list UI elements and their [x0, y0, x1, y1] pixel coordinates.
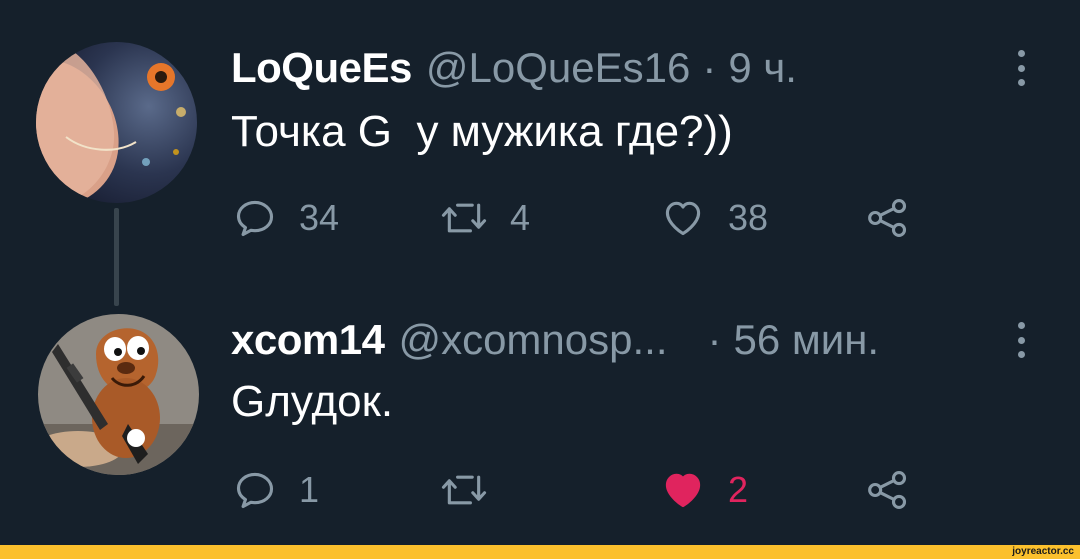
share-nodes-icon — [866, 196, 910, 240]
heart-icon — [660, 196, 706, 240]
display-name[interactable]: xcom14 — [231, 314, 385, 366]
retweet-arrows-icon — [440, 468, 488, 512]
tweet-text: Gлудок. — [231, 377, 394, 426]
tweet-text: Точка G у мужика где?)) — [231, 107, 733, 156]
share-nodes-icon — [866, 468, 910, 512]
retweet-arrows-icon — [440, 196, 488, 240]
like-count: 2 — [728, 469, 749, 510]
avatar[interactable] — [38, 314, 199, 475]
tweet-actions: 34 4 38 — [0, 190, 1080, 246]
watermark-bar: joyreactor.cc — [0, 545, 1080, 559]
like-button[interactable]: 2 — [660, 462, 748, 518]
display-name[interactable]: LoQueEs — [231, 42, 412, 94]
more-options-icon[interactable] — [1014, 50, 1028, 86]
share-button[interactable] — [866, 190, 910, 246]
like-count: 38 — [728, 197, 769, 238]
reply-button[interactable]: 1 — [233, 462, 319, 518]
speech-bubble-icon — [233, 196, 277, 240]
timestamp[interactable]: 56 мин. — [734, 314, 880, 366]
timestamp[interactable]: 9 ч. — [728, 42, 797, 94]
user-handle[interactable]: @LoQueEs16 — [426, 42, 690, 94]
user-handle[interactable]: @xcomnosp... — [398, 314, 667, 366]
more-options-icon[interactable] — [1014, 322, 1028, 358]
tweet-header: xcom14 @xcomnosp... · 56 мин. — [231, 314, 879, 366]
heart-icon — [660, 468, 706, 512]
avatar[interactable] — [36, 42, 197, 203]
watermark-text: joyreactor.cc — [1012, 546, 1074, 557]
reply-count: 34 — [299, 197, 340, 238]
header-separator: · — [702, 44, 717, 91]
tweet-header: LoQueEs @LoQueEs16 · 9 ч. — [231, 42, 797, 94]
tweet-item[interactable]: xcom14 @xcomnosp... · 56 мин. Gлудок. 1 — [0, 300, 1080, 545]
retweet-button[interactable]: 4 — [440, 190, 530, 246]
reply-button[interactable]: 34 — [233, 190, 339, 246]
tweet-thread: LoQueEs @LoQueEs16 · 9 ч. Точка G у мужи… — [0, 0, 1080, 559]
header-separator: · — [707, 316, 722, 363]
retweet-count: 4 — [510, 197, 531, 238]
tweet-actions: 1 2 — [0, 462, 1080, 518]
speech-bubble-icon — [233, 468, 277, 512]
retweet-button[interactable] — [440, 462, 510, 518]
reply-count: 1 — [299, 469, 320, 510]
share-button[interactable] — [866, 462, 910, 518]
tweet-item[interactable]: LoQueEs @LoQueEs16 · 9 ч. Точка G у мужи… — [0, 0, 1080, 306]
like-button[interactable]: 38 — [660, 190, 768, 246]
